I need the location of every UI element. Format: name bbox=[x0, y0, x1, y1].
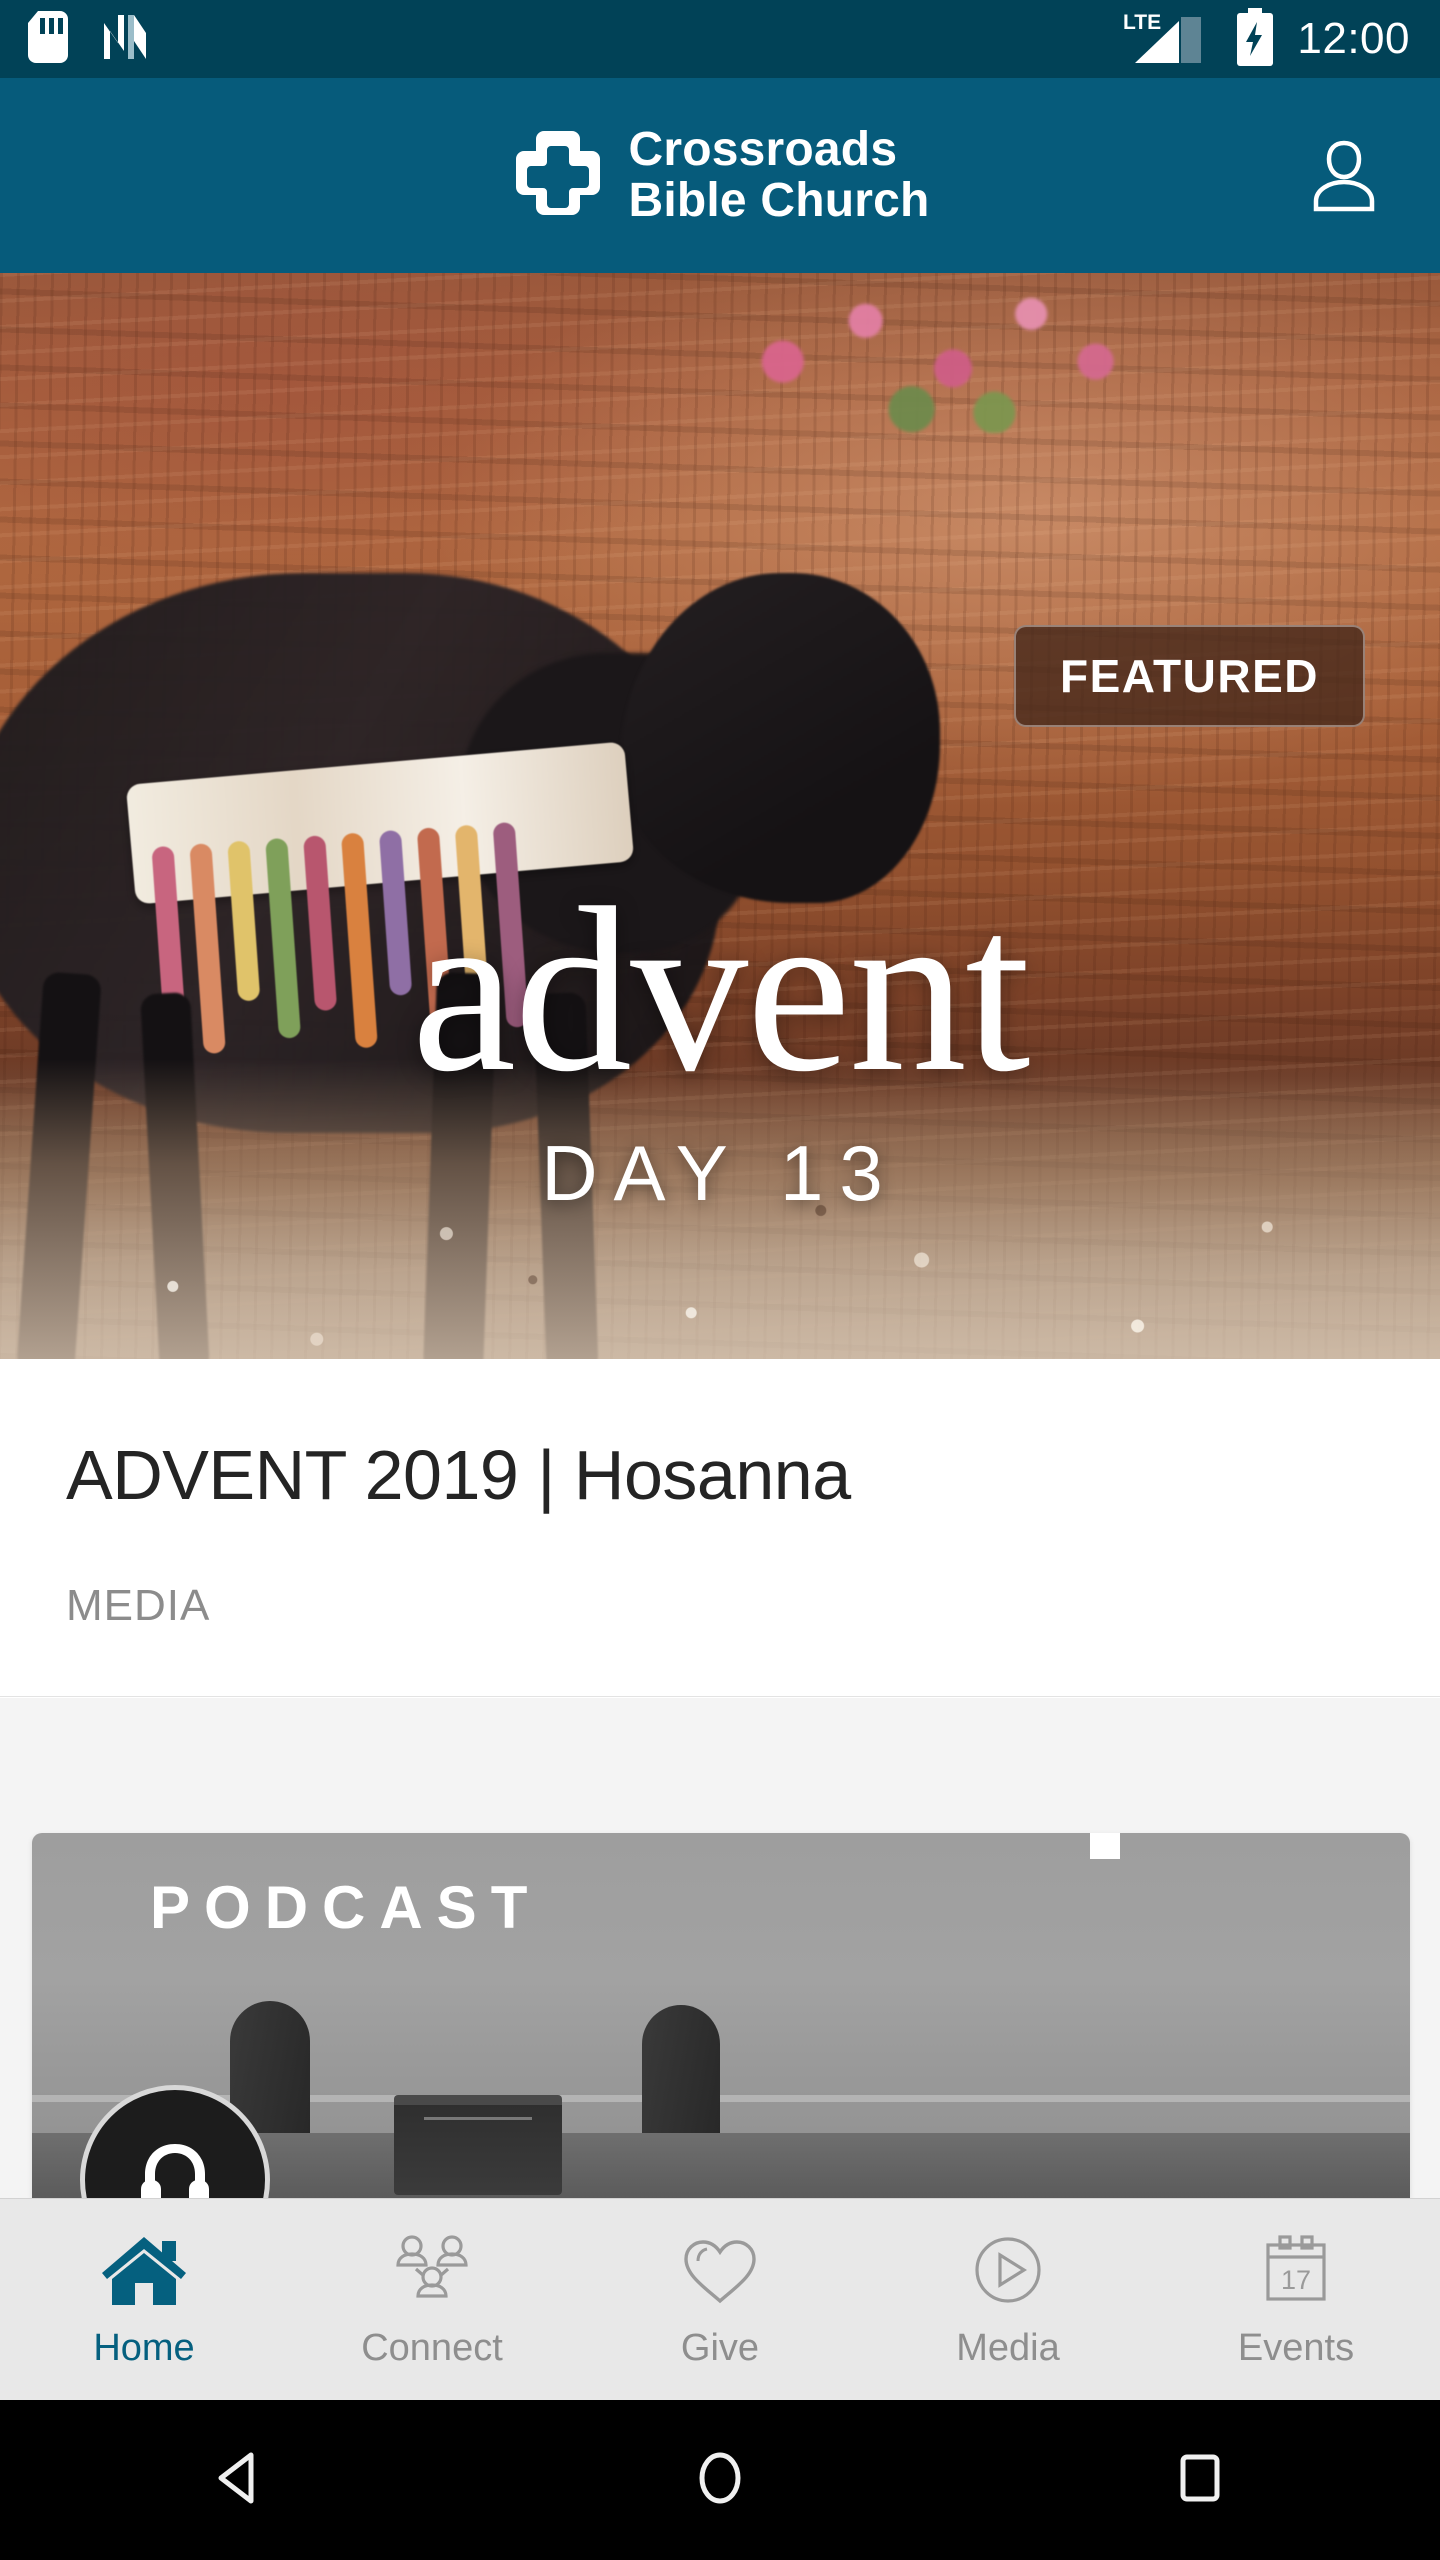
home-icon bbox=[98, 2229, 190, 2309]
podcast-cover-word: PODCAST bbox=[150, 1874, 542, 1941]
lte-signal-icon: LTE bbox=[1121, 9, 1213, 70]
tab-connect-label: Connect bbox=[361, 2327, 503, 2369]
hero-overlay-day: DAY 13 bbox=[541, 1129, 899, 1217]
brand-line-1: Crossroads bbox=[628, 122, 898, 176]
podcast-cover-notch bbox=[1090, 1833, 1120, 1859]
tab-home[interactable]: Home bbox=[0, 2199, 288, 2400]
featured-hero-banner[interactable]: advent DAY 13 FEATURED bbox=[0, 273, 1440, 1359]
profile-button[interactable] bbox=[1296, 128, 1392, 224]
tab-media-label: Media bbox=[956, 2327, 1060, 2369]
app-screen: LTE 12:00 Crossroads Bible Church advent… bbox=[0, 0, 1440, 2560]
featured-item-card[interactable]: ADVENT 2019 | Hosanna MEDIA bbox=[0, 1359, 1440, 1697]
tab-give[interactable]: Give bbox=[576, 2199, 864, 2400]
android-status-bar: LTE 12:00 bbox=[0, 0, 1440, 78]
tab-connect[interactable]: Connect bbox=[288, 2199, 576, 2400]
tab-home-label: Home bbox=[93, 2327, 195, 2369]
recents-square-icon bbox=[1169, 2447, 1231, 2514]
tab-give-label: Give bbox=[680, 2327, 760, 2369]
sd-card-icon bbox=[28, 10, 68, 68]
back-triangle-icon bbox=[209, 2447, 271, 2514]
status-bar-left-icons bbox=[0, 10, 152, 68]
home-circle-icon bbox=[689, 2447, 751, 2514]
calendar-day-number: 17 bbox=[1281, 2265, 1311, 2295]
brand-logo[interactable]: Crossroads Bible Church bbox=[510, 122, 930, 227]
battery-charging-icon bbox=[1235, 7, 1275, 71]
bottom-tab-bar: Home Connect Give Media 17 Events bbox=[0, 2198, 1440, 2400]
brand-line-2: Bible Church bbox=[628, 173, 930, 227]
android-back-button[interactable] bbox=[160, 2400, 320, 2560]
people-icon bbox=[386, 2229, 478, 2309]
svg-text:LTE: LTE bbox=[1123, 11, 1161, 34]
cross-logo-icon bbox=[510, 125, 606, 226]
hero-flowers bbox=[700, 273, 1160, 433]
podcast-book-detail bbox=[424, 2117, 532, 2120]
featured-item-category: MEDIA bbox=[66, 1581, 211, 1630]
nfc-icon bbox=[100, 11, 152, 68]
tab-events-label: Events bbox=[1237, 2327, 1355, 2369]
podcast-book bbox=[394, 2095, 562, 2195]
calendar-icon: 17 bbox=[1250, 2229, 1342, 2309]
play-circle-icon bbox=[962, 2229, 1054, 2309]
brand-name: Crossroads Bible Church bbox=[628, 122, 930, 227]
status-bar-right-icons: LTE 12:00 bbox=[1121, 7, 1440, 71]
hero-overlay-word: advent bbox=[411, 860, 1030, 1121]
android-navigation-bar bbox=[0, 2400, 1440, 2560]
heart-icon bbox=[674, 2229, 766, 2309]
profile-person-icon bbox=[1300, 129, 1388, 222]
tab-media[interactable]: Media bbox=[864, 2199, 1152, 2400]
status-bar-clock: 12:00 bbox=[1297, 14, 1410, 63]
tab-events[interactable]: 17 Events bbox=[1152, 2199, 1440, 2400]
featured-item-title: ADVENT 2019 | Hosanna bbox=[66, 1436, 851, 1514]
android-home-button[interactable] bbox=[640, 2400, 800, 2560]
featured-badge: FEATURED bbox=[1013, 625, 1365, 727]
app-header: Crossroads Bible Church bbox=[0, 78, 1440, 273]
android-recents-button[interactable] bbox=[1120, 2400, 1280, 2560]
